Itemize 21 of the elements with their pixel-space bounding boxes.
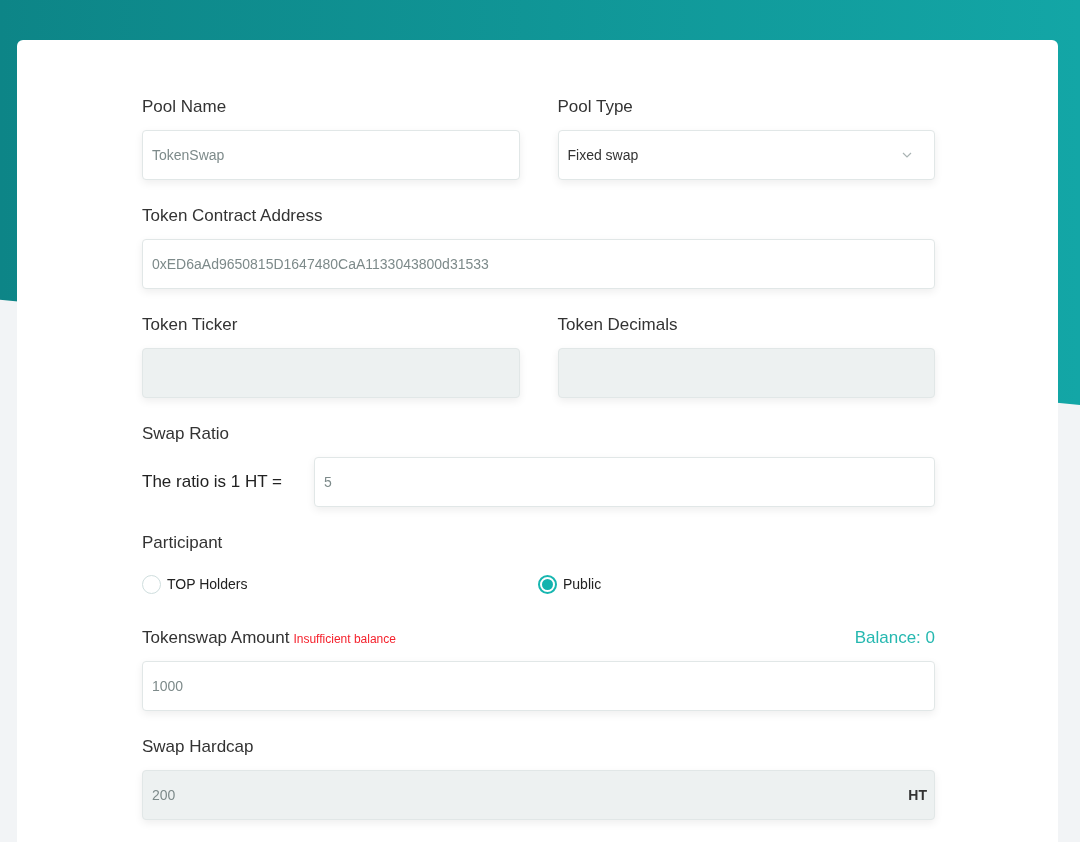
chevron-down-icon [902,152,912,158]
ratio-prefix: The ratio is 1 HT = [142,471,283,494]
input-field[interactable]: 0xED6aAd9650815D1647480CaA1133043800d31533 [142,239,935,289]
input-field[interactable]: TokenSwap [142,130,520,180]
field-label: Pool Name [142,96,227,118]
input-field[interactable]: 1000 [142,661,935,711]
dropdown[interactable]: Fixed swap [557,130,935,180]
field-label: Token Decimals [557,314,678,336]
radio-option[interactable]: TOP Holders [142,574,538,595]
radio-option[interactable]: Public [538,574,602,595]
balance-text: Balance: 0 [854,627,935,649]
field-label: Swap Ratio [142,423,229,445]
field-label: Tokenswap Amount [142,627,290,649]
field-label: Pool Type [557,96,633,118]
field-label: Token Ticker [142,314,238,336]
field-label: Participant [142,532,223,554]
unit-label: HT [908,785,927,805]
field-label: Token Contract Address [142,205,323,227]
field-label: Swap Hardcap [142,736,254,758]
error-message: Insufficient balance [293,632,396,646]
input-field[interactable]: 5 [314,457,935,507]
